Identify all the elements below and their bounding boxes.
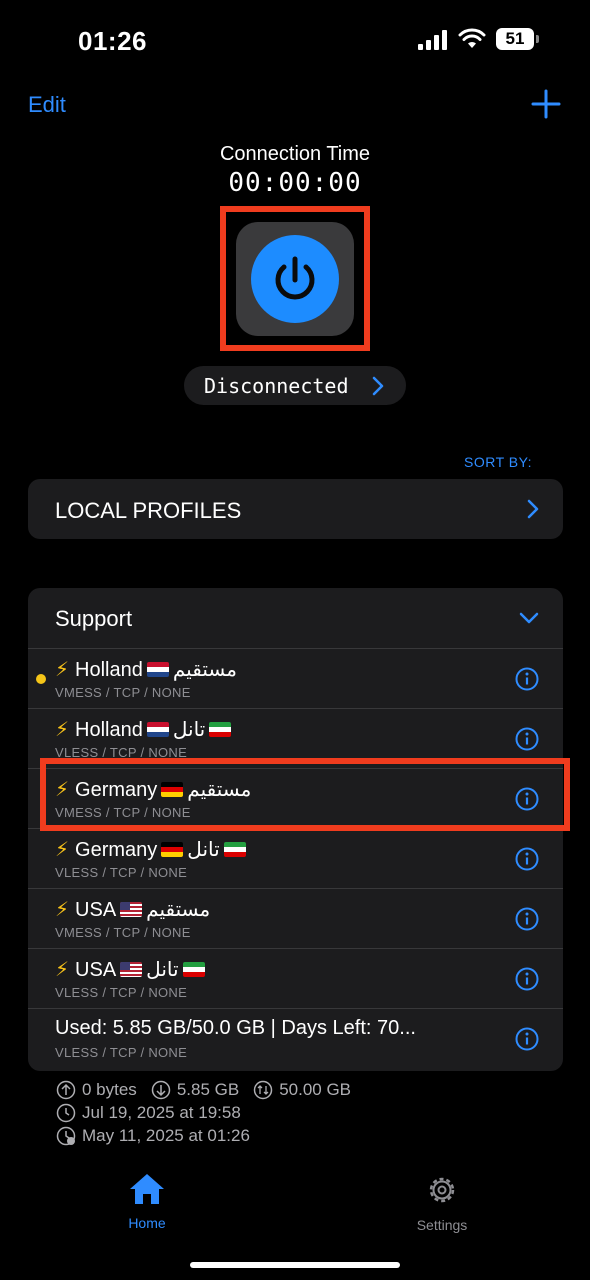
server-title: ⚡ USA مستقیم — [55, 897, 210, 922]
row-highlight-box — [40, 758, 570, 831]
server-title: ⚡ Germany تانل — [55, 837, 250, 862]
local-profiles-label: LOCAL PROFILES — [55, 498, 242, 523]
iran-flag-icon — [209, 722, 232, 737]
server-row-holland-direct[interactable]: ⚡ Holland مستقیم VMESS / TCP / NONE — [28, 648, 563, 708]
upload-value: 0 bytes — [82, 1079, 137, 1099]
server-suffix: تانل — [172, 719, 206, 741]
server-protocol: VLESS / TCP / NONE — [55, 865, 188, 880]
server-suffix: تانل — [187, 839, 220, 861]
server-row-usa-tunnel[interactable]: ⚡ USA تانل VLESS / TCP / NONE — [28, 948, 563, 1008]
wifi-icon — [458, 28, 486, 48]
server-protocol: VMESS / TCP / NONE — [55, 685, 191, 700]
lightning-icon: ⚡ — [55, 659, 70, 681]
netherlands-flag-icon — [146, 662, 169, 677]
home-icon — [130, 1174, 164, 1204]
server-name: Holland — [75, 659, 143, 681]
info-icon[interactable] — [515, 1027, 539, 1051]
info-icon[interactable] — [515, 907, 539, 931]
tab-home-label: Home — [128, 1215, 166, 1231]
lightning-icon: ⚡ — [55, 719, 70, 741]
sort-by-button[interactable]: SORT BY: — [464, 454, 532, 470]
server-row-germany-tunnel[interactable]: ⚡ Germany تانل VLESS / TCP / NONE — [28, 828, 563, 888]
server-row-usa-direct[interactable]: ⚡ USA مستقیم VMESS / TCP / NONE — [28, 888, 563, 948]
tab-settings[interactable]: Settings — [408, 1172, 476, 1233]
updated-date: May 11, 2025 at 01:26 — [82, 1125, 250, 1145]
server-protocol: VMESS / TCP / NONE — [55, 925, 191, 940]
tab-settings-label: Settings — [416, 1217, 468, 1233]
info-icon[interactable] — [515, 727, 539, 751]
support-group-title[interactable]: Support — [55, 606, 132, 632]
add-icon[interactable] — [530, 88, 562, 120]
usa-flag-icon — [120, 902, 143, 917]
server-suffix: مستقیم — [172, 659, 237, 681]
tab-home[interactable]: Home — [120, 1172, 174, 1231]
download-icon — [151, 1080, 171, 1099]
info-icon[interactable] — [515, 847, 539, 871]
lightning-icon: ⚡ — [55, 959, 70, 981]
lightning-icon: ⚡ — [55, 899, 70, 921]
iran-flag-icon — [223, 842, 246, 857]
server-name: USA — [75, 899, 117, 921]
total-traffic-icon — [253, 1080, 273, 1099]
battery-icon: 51 — [496, 28, 540, 50]
server-protocol: VLESS / TCP / NONE — [55, 1045, 188, 1060]
netherlands-flag-icon — [146, 722, 169, 737]
updated-clock-icon — [56, 1126, 76, 1145]
germany-flag-icon — [161, 842, 184, 857]
connection-status-text: Disconnected — [204, 374, 349, 398]
iran-flag-icon — [182, 962, 205, 977]
local-profiles-card[interactable]: LOCAL PROFILES — [28, 479, 563, 539]
chevron-right-icon — [372, 376, 384, 396]
server-suffix: تانل — [146, 959, 179, 981]
connection-status-button[interactable]: Disconnected — [184, 366, 406, 405]
total-value: 50.00 GB — [279, 1079, 352, 1099]
active-server-dot — [36, 674, 46, 684]
home-indicator — [190, 1262, 400, 1268]
power-button[interactable] — [251, 235, 339, 323]
expiry-date: Jul 19, 2025 at 19:58 — [82, 1102, 241, 1122]
subscription-stats: 0 bytes 5.85 GB 50.00 GB Jul 19, 2025 at… — [56, 1078, 351, 1147]
status-time: 01:26 — [78, 26, 147, 56]
server-title: ⚡ Holland مستقیم — [55, 657, 237, 682]
battery-level: 51 — [496, 28, 534, 50]
info-icon[interactable] — [515, 967, 539, 991]
expiry-clock-icon — [56, 1103, 76, 1122]
server-title: ⚡ USA تانل — [55, 957, 209, 982]
usage-summary: Used: 5.85 GB/50.0 GB | Days Left: 70... — [55, 1017, 416, 1039]
server-protocol: VLESS / TCP / NONE — [55, 985, 188, 1000]
download-value: 5.85 GB — [176, 1079, 240, 1099]
cellular-signal-icon — [418, 30, 448, 50]
server-suffix: مستقیم — [146, 899, 211, 921]
server-row-usage[interactable]: Used: 5.85 GB/50.0 GB | Days Left: 70...… — [28, 1008, 563, 1068]
server-name: Holland — [75, 719, 143, 741]
status-bar: 01:26 51 — [0, 0, 590, 80]
usa-flag-icon — [120, 962, 143, 977]
edit-button[interactable]: Edit — [28, 92, 66, 118]
server-name: Germany — [75, 839, 158, 861]
upload-icon — [56, 1080, 76, 1099]
chevron-down-icon[interactable] — [519, 612, 539, 624]
server-title: ⚡ Holland تانل — [55, 717, 235, 742]
lightning-icon: ⚡ — [55, 839, 70, 861]
connection-time-label: Connection Time — [219, 143, 371, 165]
gear-icon — [429, 1177, 455, 1203]
server-name: USA — [75, 959, 117, 981]
power-icon — [275, 256, 315, 300]
connection-timer: 00:00:00 — [228, 168, 362, 198]
info-icon[interactable] — [515, 667, 539, 691]
chevron-right-icon — [527, 499, 539, 519]
